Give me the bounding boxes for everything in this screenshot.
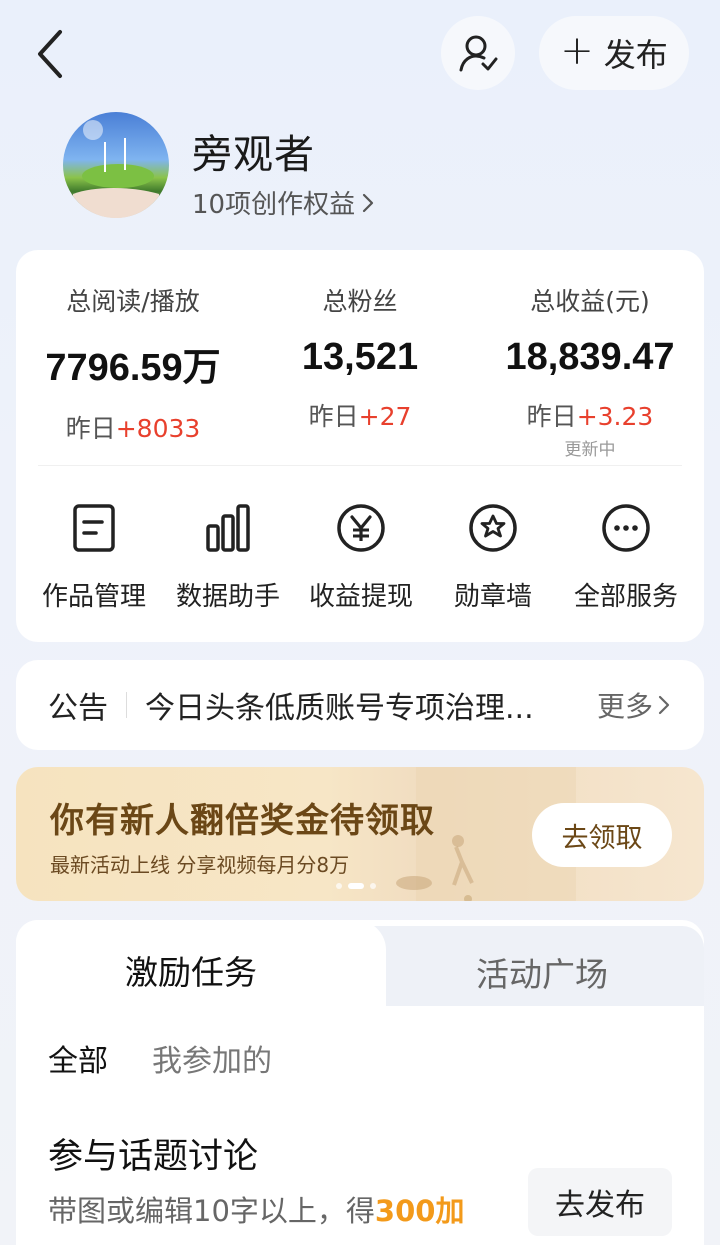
pagination-dot (370, 883, 376, 889)
notice-tag: 公告 (48, 691, 108, 726)
more-label: 更多 (597, 690, 654, 723)
yuan-icon (333, 500, 389, 556)
task-description: 带图或编辑10字以上，得300加 (48, 1194, 465, 1228)
service-data-assistant[interactable]: 数据助手 (162, 500, 294, 613)
banner-pagination (336, 883, 376, 889)
chevron-right-icon (362, 193, 374, 212)
stat-value: 18,839.47 (505, 336, 675, 378)
banner-title: 你有新人翻倍奖金待领取 (50, 801, 435, 841)
stat-label: 总收益(元) (530, 287, 650, 316)
stat-delta: 昨日+27 (308, 402, 412, 431)
notice-more-link[interactable]: 更多 (597, 685, 671, 725)
service-medal-wall[interactable]: 勋章墙 (427, 500, 559, 613)
stat-total-reads[interactable]: 总阅读/播放 7796.59万 昨日+8033 (28, 282, 238, 445)
claim-button[interactable]: 去领取 (532, 803, 672, 867)
service-label: 全部服务 (573, 582, 678, 612)
medal-icon (465, 500, 521, 556)
promo-banner[interactable]: 你有新人翻倍奖金待领取 最新活动上线 分享视频每月分8万 去领取 (16, 767, 704, 901)
stat-label: 总粉丝 (322, 287, 398, 316)
task-title: 参与话题讨论 (48, 1137, 259, 1177)
service-label: 勋章墙 (453, 582, 532, 612)
back-arrow-icon (38, 30, 62, 78)
service-all-services[interactable]: 全部服务 (560, 500, 692, 613)
plus-icon: + (560, 28, 594, 74)
publish-label: 发布 (603, 36, 668, 74)
notice-bar[interactable]: 公告 今日头条低质账号专项治理... 更多 (16, 660, 704, 750)
follow-user-button[interactable] (441, 16, 515, 90)
bar-chart-icon (200, 500, 256, 556)
chevron-right-icon (658, 695, 670, 715)
notice-text[interactable]: 今日头条低质账号专项治理... (145, 683, 555, 727)
avatar-image (73, 120, 159, 218)
back-button[interactable] (30, 26, 74, 82)
username: 旁观者 (192, 132, 315, 178)
rights-label: 10项创作权益 (192, 190, 356, 220)
stat-total-fans[interactable]: 总粉丝 13,521 昨日+27 (270, 282, 450, 433)
divider (126, 692, 127, 718)
go-publish-button[interactable]: 去发布 (528, 1168, 672, 1236)
tab-incentive-label[interactable]: 激励任务 (125, 946, 257, 994)
service-label: 收益提现 (308, 582, 413, 612)
avatar[interactable] (63, 112, 169, 218)
more-icon (598, 500, 654, 556)
creator-rights-link[interactable]: 10项创作权益 (192, 184, 375, 221)
stat-delta: 昨日+3.23 (526, 402, 654, 431)
stats-card: 总阅读/播放 7796.59万 昨日+8033 总粉丝 13,521 昨日+27… (16, 250, 704, 642)
stat-total-income[interactable]: 总收益(元) 18,839.47 昨日+3.23 更新中 (488, 282, 692, 460)
tab-activity-label[interactable]: 活动广场 (476, 948, 608, 996)
service-income-withdraw[interactable]: 收益提现 (295, 500, 427, 613)
publish-button[interactable]: + 发布 (539, 16, 689, 90)
document-icon (66, 500, 122, 556)
banner-subtitle: 最新活动上线 分享视频每月分8万 (50, 853, 350, 877)
stat-value: 7796.59万 (45, 347, 221, 389)
service-label: 作品管理 (41, 582, 146, 612)
pagination-dot-active (348, 883, 364, 889)
stat-delta: 昨日+8033 (65, 414, 201, 443)
stat-label: 总阅读/播放 (66, 287, 200, 316)
service-label: 数据助手 (175, 582, 280, 612)
stat-value: 13,521 (301, 336, 419, 378)
stat-update-note: 更新中 (564, 440, 616, 460)
pagination-dot (336, 883, 342, 889)
service-works-management[interactable]: 作品管理 (28, 500, 160, 613)
filter-all[interactable]: 全部 (48, 1036, 108, 1080)
divider (38, 465, 682, 466)
user-follow-icon (459, 35, 498, 72)
filter-joined[interactable]: 我参加的 (152, 1036, 272, 1080)
